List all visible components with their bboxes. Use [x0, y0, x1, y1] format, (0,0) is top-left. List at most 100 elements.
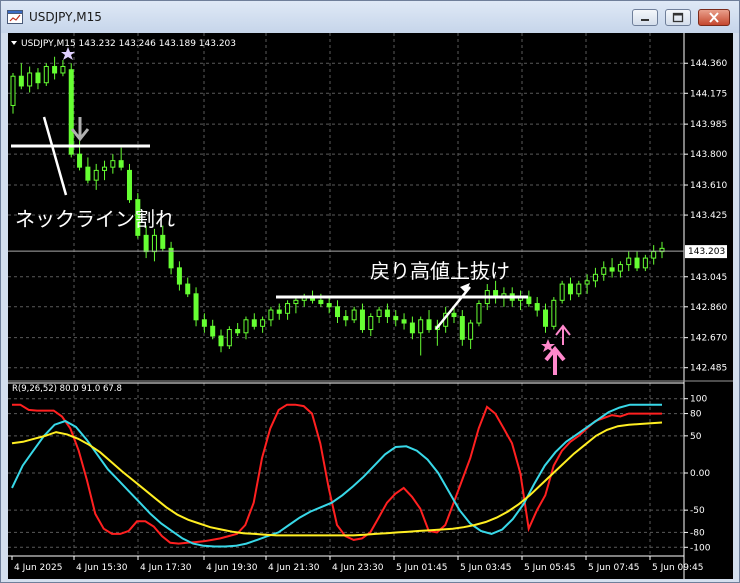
candle-body-bull	[293, 299, 299, 305]
price-axis-label: 144.175	[690, 89, 727, 99]
candle-body-bear	[384, 309, 390, 318]
candle-body-bull	[93, 169, 99, 181]
current-price-label: 143.203	[688, 247, 725, 257]
candle-body-bull	[351, 309, 357, 321]
time-axis-label: 4 Jun 21:30	[268, 563, 320, 573]
candle-body-bear	[534, 303, 540, 311]
candle-body-bull	[368, 316, 374, 331]
candle-body-bull	[626, 257, 632, 266]
candle-body-bull	[642, 257, 648, 269]
minimize-icon	[641, 19, 649, 21]
price-axis-label: 142.860	[690, 303, 727, 313]
candle-body-bull	[60, 65, 66, 74]
candle-body-bull	[651, 251, 657, 259]
candle-body-bear	[393, 316, 399, 321]
price-axis-label: 143.425	[690, 211, 727, 221]
candle-body-bull	[617, 264, 623, 272]
candle-body-bull	[151, 234, 157, 253]
close-button[interactable]	[698, 9, 730, 26]
close-icon	[709, 12, 719, 23]
chart-window-icon	[7, 10, 23, 24]
candle-body-bear	[276, 309, 282, 314]
time-axis-label: 4 Jun 19:30	[206, 563, 258, 573]
time-axis-label: 4 Jun 15:30	[76, 563, 128, 573]
chart-grid	[8, 33, 684, 556]
price-axis: 144.360 144.175 143.985 143.800 143.610 143.4…	[684, 59, 727, 374]
indicator-header-text: R(9,26,52) 80.0 91.0 67.8	[12, 384, 122, 394]
candle-body-bull	[601, 267, 607, 275]
candle-body-bear	[68, 69, 74, 155]
indicator-axis-label: 100	[690, 395, 707, 405]
candle-body-bear	[235, 329, 241, 334]
minimize-button[interactable]	[632, 9, 658, 26]
candle-body-bull	[376, 309, 382, 318]
time-axis-label: 4 Jun 2025	[14, 563, 62, 573]
candle-body-bull	[110, 160, 116, 168]
candle-body-bear	[459, 316, 465, 340]
candle-body-bear	[176, 267, 182, 285]
candle-body-bear	[77, 153, 83, 168]
candle-body-bull	[418, 319, 424, 334]
candle-body-bull	[468, 322, 474, 340]
indicator-axis-label: -50	[690, 506, 705, 516]
candle-body-bear	[426, 319, 432, 331]
candle-body-bull	[243, 319, 249, 334]
candle-body-bear	[318, 299, 324, 305]
candle-body-bull	[43, 65, 49, 84]
price-axis-label: 143.045	[690, 273, 727, 283]
candle-body-bear	[52, 65, 58, 74]
current-price-tag: 143.203	[685, 245, 727, 259]
candle-body-bull	[102, 166, 108, 171]
candle-body-bear	[185, 283, 191, 295]
candle-body-bear	[85, 166, 91, 181]
candle-body-bear	[543, 309, 549, 327]
candle-body-bear	[193, 293, 199, 321]
time-axis-label: 5 Jun 07:45	[588, 563, 639, 573]
rsi-short-line	[12, 403, 662, 545]
price-chart[interactable]: 144.360 144.175 143.985 143.800 143.610 143.4…	[8, 33, 733, 579]
neckline-pointer-line	[42, 116, 68, 196]
title-bar[interactable]: USDJPY,M15	[1, 1, 739, 33]
indicator-axis-label: 0.00	[690, 469, 710, 479]
indicator-axis: 100 80 50 0.00 -50 -80 -100	[684, 395, 711, 553]
candle-body-bear	[609, 267, 615, 272]
candle-body-bear	[409, 322, 415, 334]
candle-body-bear	[251, 319, 257, 327]
time-axis-label: 5 Jun 09:45	[652, 563, 703, 573]
candle-body-bear	[218, 335, 224, 347]
indicator-lines	[11, 403, 663, 548]
terminal-window: USDJPY,M15 144.360 144.175 143.985 143.8…	[0, 0, 740, 583]
candle-body-bear	[343, 316, 349, 321]
chart-header: USDJPY,M15 143.232 143.246 143.189 143.2…	[11, 39, 236, 49]
candle-body-bull	[27, 72, 33, 87]
chart-header-text: USDJPY,M15 143.232 143.246 143.189 143.2…	[21, 39, 236, 49]
time-axis-label: 5 Jun 03:45	[460, 563, 511, 573]
chart-menu-triangle-icon[interactable]	[11, 41, 17, 45]
breakout-pointer-line	[435, 286, 471, 330]
candle-body-bull	[584, 280, 590, 285]
time-axis: 4 Jun 2025 4 Jun 15:30 4 Jun 17:30 4 Jun 19…	[11, 556, 703, 573]
candle-body-bull	[226, 329, 232, 347]
time-axis-label: 4 Jun 23:30	[332, 563, 384, 573]
candle-body-bull	[576, 283, 582, 295]
price-axis-label: 143.985	[690, 120, 727, 130]
price-axis-label: 143.610	[690, 181, 727, 191]
chart-area[interactable]: 144.360 144.175 143.985 143.800 143.610 143.4…	[8, 33, 733, 579]
indicator-axis-label: -100	[690, 543, 711, 553]
candle-body-bear	[201, 319, 207, 327]
candle-body-bear	[118, 160, 124, 168]
buy-signal-arrow-outline-icon	[555, 324, 571, 345]
candle-body-bull	[592, 273, 598, 282]
time-axis-label: 4 Jun 17:30	[140, 563, 192, 573]
maximize-icon	[672, 12, 684, 23]
candle-body-bull	[559, 283, 565, 301]
buy-signal-arrow-icon	[544, 345, 566, 375]
price-axis-label: 144.360	[690, 59, 727, 69]
neckline-break-label: ネックライン割れ	[15, 207, 175, 231]
maximize-button[interactable]	[665, 9, 691, 26]
candle-body-bull	[285, 303, 291, 314]
time-axis-label: 5 Jun 01:45	[396, 563, 447, 573]
price-axis-label: 143.800	[690, 150, 727, 160]
candle-body-bear	[210, 325, 216, 337]
pullback-break-label: 戻り高値上抜け	[370, 259, 510, 283]
